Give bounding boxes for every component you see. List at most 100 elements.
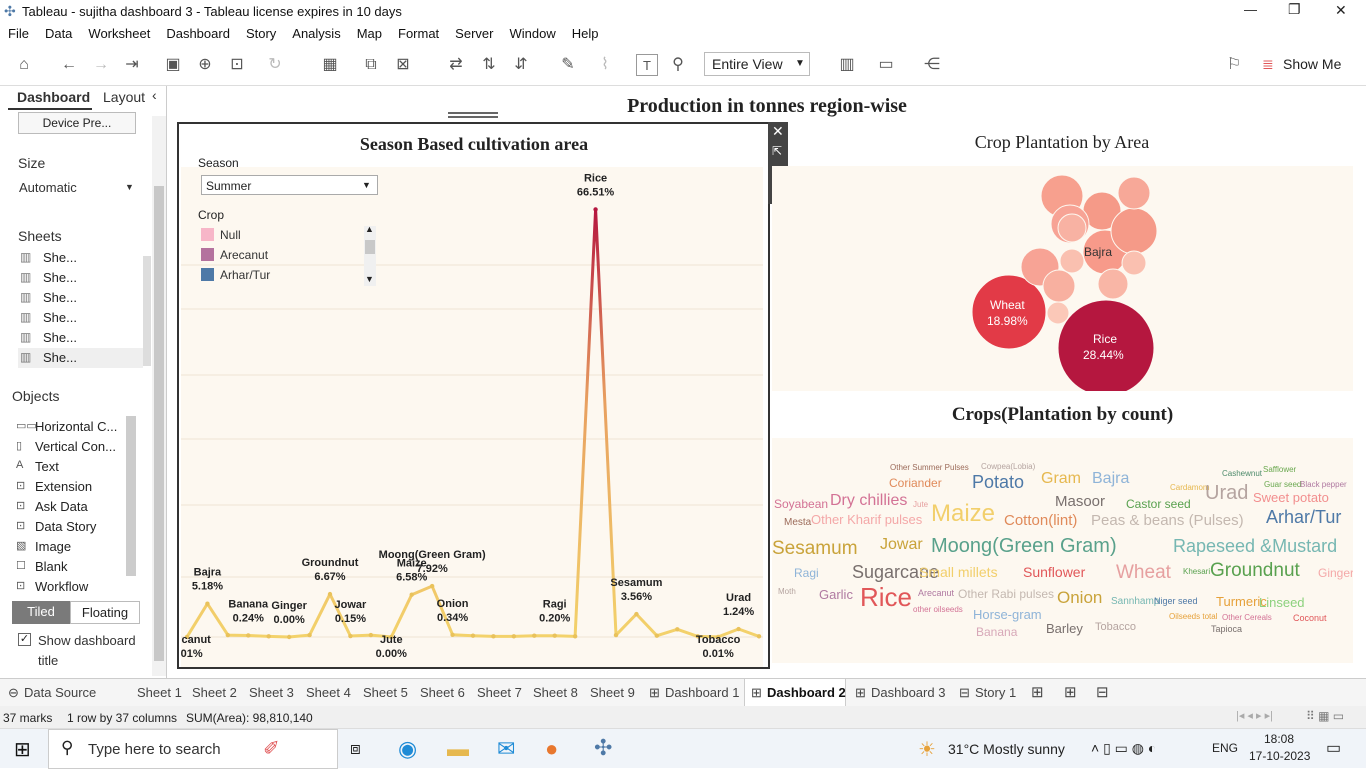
menu-item[interactable]: Worksheet xyxy=(80,24,158,41)
word-cloud-term[interactable]: Peas & beans (Pulses) xyxy=(1091,512,1244,529)
fit-dropdown[interactable]: Entire View ▼ xyxy=(704,52,810,76)
task-view-icon[interactable]: ⧈ xyxy=(350,739,361,759)
clock-time[interactable]: 18:08 xyxy=(1264,732,1294,746)
share-icon[interactable]: ⋲ xyxy=(921,54,943,76)
word-cloud-term[interactable]: Dry chillies xyxy=(830,492,907,510)
bubble[interactable] xyxy=(1110,207,1158,255)
word-cloud-term[interactable]: Small millets xyxy=(919,564,998,580)
word-cloud-term[interactable]: Khesari xyxy=(1183,567,1210,576)
sheet-tab[interactable]: Sheet 1 xyxy=(137,685,182,700)
word-cloud-term[interactable]: Tobacco xyxy=(1095,621,1136,633)
windows-start-icon[interactable]: ⊞ xyxy=(14,737,31,762)
data-point[interactable] xyxy=(634,611,639,617)
word-cloud-term[interactable]: Cowpea(Lobia) xyxy=(981,462,1035,471)
data-point[interactable] xyxy=(613,632,619,638)
sheet-tab[interactable]: Sheet 2 xyxy=(192,685,237,700)
collapse-pane-icon[interactable]: ‹ xyxy=(152,87,157,103)
word-cloud-term[interactable]: Jute xyxy=(913,500,928,509)
word-cloud-term[interactable]: Masoor xyxy=(1055,493,1105,510)
tableau-taskbar-icon[interactable]: ✣ xyxy=(594,735,612,761)
data-point[interactable] xyxy=(286,634,292,640)
sheet-tab[interactable]: Sheet 7 xyxy=(477,685,522,700)
sort-ascending-icon[interactable]: ⇅ xyxy=(478,54,500,76)
word-cloud-term[interactable]: Linseed xyxy=(1259,595,1305,610)
floating-button[interactable]: Floating xyxy=(70,601,140,624)
bubble[interactable] xyxy=(971,274,1047,350)
menu-item[interactable]: Dashboard xyxy=(158,24,238,41)
menu-item[interactable]: Format xyxy=(390,24,447,41)
sheet-tab[interactable]: Dashboard 3 xyxy=(871,685,945,700)
menu-item[interactable]: Help xyxy=(564,24,607,41)
firefox-icon[interactable]: ● xyxy=(545,736,558,762)
word-cloud-term[interactable]: Rapeseed &Mustard xyxy=(1173,536,1337,557)
bubble[interactable] xyxy=(1121,250,1147,276)
word-cloud-term[interactable]: Maize xyxy=(931,500,995,528)
sheet-tab[interactable]: Sheet 6 xyxy=(420,685,465,700)
word-cloud-term[interactable]: Groundnut xyxy=(1210,560,1300,582)
sheet-list-item[interactable]: ▥ She... xyxy=(18,288,143,308)
word-cloud-term[interactable]: Niger seed xyxy=(1154,596,1198,606)
word-cloud-term[interactable]: Safflower xyxy=(1263,465,1296,474)
objects-scrollbar[interactable] xyxy=(126,416,136,576)
group-icon[interactable]: ⌇ xyxy=(594,54,616,76)
sheet-nav-icon[interactable]: |◂ ◂ ▸ ▸| xyxy=(1236,709,1273,722)
bubble[interactable] xyxy=(1042,269,1076,303)
data-point[interactable] xyxy=(511,634,517,639)
save-icon[interactable]: ▣ xyxy=(162,54,184,76)
sheet-tab[interactable]: Sheet 5 xyxy=(363,685,408,700)
menu-item[interactable]: Server xyxy=(447,24,501,41)
word-cloud-term[interactable]: Oilseeds total xyxy=(1169,612,1217,621)
clock-date[interactable]: 17-10-2023 xyxy=(1249,749,1310,763)
crop-legend[interactable]: Null Arecanut Arhar/Tur xyxy=(201,226,379,286)
word-cloud-term[interactable]: Tapioca xyxy=(1211,624,1242,634)
redo-icon[interactable]: → xyxy=(90,54,112,76)
word-cloud-term[interactable]: Castor seed xyxy=(1126,497,1191,511)
new-worksheet-tab-icon[interactable]: ⊞ xyxy=(1031,683,1044,701)
bubble[interactable] xyxy=(1046,301,1070,325)
new-story-tab-icon[interactable]: ⊟ xyxy=(1096,683,1109,701)
data-point[interactable] xyxy=(470,633,476,638)
word-cloud-term[interactable]: Gram xyxy=(1041,470,1081,488)
data-point[interactable] xyxy=(246,633,251,638)
word-cloud-term[interactable]: Other Summer Pulses xyxy=(890,463,969,472)
sheet-list-item[interactable]: ▥ She... xyxy=(18,308,143,328)
object-workflow[interactable]: ⊡ Workflow xyxy=(16,577,124,597)
menu-item[interactable]: Story xyxy=(238,24,284,41)
clear-sheet-icon[interactable]: ⊠ xyxy=(392,54,414,76)
menu-item[interactable]: File xyxy=(0,24,37,41)
object-text[interactable]: A Text xyxy=(16,457,124,477)
tiled-button[interactable]: Tiled xyxy=(12,601,70,624)
home-icon[interactable]: ⌂ xyxy=(13,54,35,76)
close-window-button[interactable]: ✕ xyxy=(1335,2,1347,19)
word-cloud-term[interactable]: Other Kharif pulses xyxy=(811,512,922,527)
word-cloud-term[interactable]: Ginger xyxy=(1318,566,1353,580)
word-cloud-term[interactable]: Rice xyxy=(860,582,912,613)
word-cloud-term[interactable]: Barley xyxy=(1046,621,1083,636)
word-cloud-term[interactable]: Sannhamp xyxy=(1111,596,1159,607)
restore-button[interactable]: ❐ xyxy=(1288,1,1301,18)
data-point[interactable] xyxy=(327,591,333,597)
data-point[interactable] xyxy=(593,207,598,212)
word-cloud-term[interactable]: other oilseeds xyxy=(913,605,963,614)
word-cloud-term[interactable]: Potato xyxy=(972,472,1024,493)
word-cloud-term[interactable]: Arhar/Tur xyxy=(1266,507,1341,528)
object-extension[interactable]: ⊡ Extension xyxy=(16,477,124,497)
legend-item[interactable]: Arecanut xyxy=(201,246,361,266)
tray-icons[interactable]: ˄ ▯ ▭ ◍ ◐ xyxy=(1091,740,1156,757)
word-cloud-term[interactable]: Horse-gram xyxy=(973,607,1042,622)
new-dashboard-tab-icon[interactable]: ⊞ xyxy=(1064,683,1077,701)
data-point[interactable] xyxy=(409,592,414,597)
data-point[interactable] xyxy=(225,632,231,638)
size-dropdown[interactable]: Automatic xyxy=(19,180,77,195)
word-cloud-term[interactable]: Banana xyxy=(976,625,1017,639)
word-cloud-term[interactable]: Soyabean xyxy=(774,497,828,511)
notifications-icon[interactable]: ▭ xyxy=(1326,738,1341,758)
word-cloud-term[interactable]: Bajra xyxy=(1092,470,1129,488)
sheet-tab[interactable]: Sheet 9 xyxy=(590,685,635,700)
word-cloud-term[interactable]: Mesta xyxy=(784,517,811,528)
bubble[interactable] xyxy=(1059,248,1085,274)
word-cloud-term[interactable]: Wheat xyxy=(1116,562,1171,584)
object-blank[interactable]: ☐ Blank xyxy=(16,557,124,577)
sheets-scrollbar[interactable] xyxy=(143,256,151,366)
pin-icon[interactable]: ⚲ xyxy=(667,54,689,76)
